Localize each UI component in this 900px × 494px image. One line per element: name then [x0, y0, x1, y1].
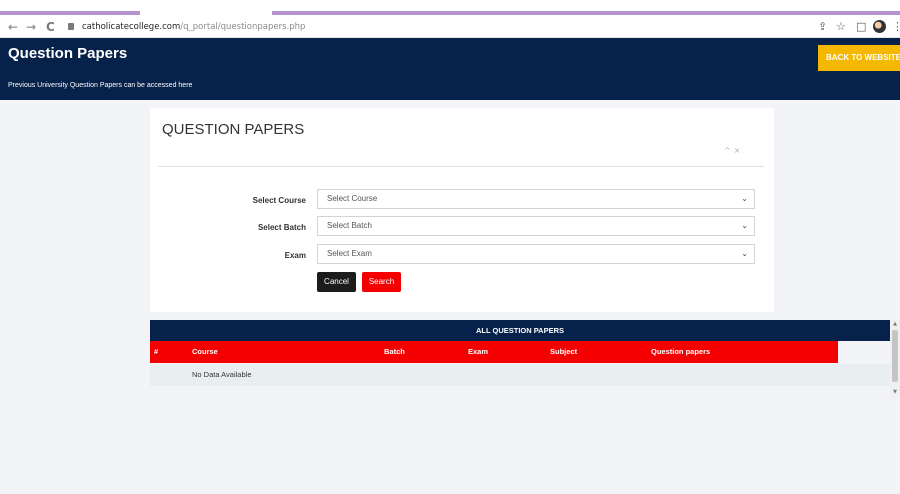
tab-strip-line: [0, 11, 140, 15]
browser-menu-icon[interactable]: ⋮: [892, 19, 900, 35]
card-controls: ^×: [724, 146, 743, 155]
column-header-subject: Subject: [550, 347, 578, 356]
course-select-value: Select Course: [327, 194, 378, 203]
column-header-course: Course: [192, 347, 218, 356]
chevron-down-icon: ⌄: [741, 249, 748, 258]
back-to-website-button[interactable]: BACK TO WEBSITE: [818, 45, 900, 71]
question-papers-card: QUESTION PAPERS ^× Select Course Select …: [150, 108, 774, 312]
lock-icon: [68, 23, 74, 30]
course-select[interactable]: Select Course ⌄: [317, 189, 755, 209]
url-host: catholicatecollege.com: [82, 22, 181, 32]
empty-table-message: No Data Available: [192, 370, 252, 379]
tab-strip-line: [272, 11, 900, 15]
reload-icon[interactable]: C: [46, 19, 55, 35]
bookmark-star-icon[interactable]: ☆: [836, 19, 846, 35]
profile-avatar[interactable]: [873, 20, 886, 33]
scroll-down-icon[interactable]: ▼: [890, 389, 900, 395]
column-header-exam: Exam: [468, 347, 489, 356]
card-title: QUESTION PAPERS: [162, 121, 305, 138]
close-icon[interactable]: ×: [734, 146, 744, 155]
chevron-down-icon: ⌄: [741, 194, 748, 203]
back-arrow-icon[interactable]: ←: [8, 19, 18, 35]
page-body: QUESTION PAPERS ^× Select Course Select …: [0, 100, 900, 494]
site-header: Question Papers Previous University Ques…: [0, 38, 900, 100]
active-tab[interactable]: [140, 6, 272, 16]
browser-toolbar: ← → C catholicatecollege.com/q_portal/qu…: [0, 16, 900, 38]
page-title: Question Papers: [8, 45, 128, 62]
column-header-batch: Batch: [384, 347, 405, 356]
column-header-question-papers: Question papers: [651, 347, 711, 356]
address-bar[interactable]: catholicatecollege.com/q_portal/question…: [68, 19, 788, 35]
column-header-index: #: [154, 347, 159, 356]
batch-select-value: Select Batch: [327, 221, 372, 230]
exam-select-value: Select Exam: [327, 249, 372, 258]
table-scrollbar[interactable]: ▲ ▼: [890, 320, 900, 398]
table-caption: ALL QUESTION PAPERS: [150, 320, 890, 341]
cancel-button[interactable]: Cancel: [317, 272, 356, 292]
exam-select[interactable]: Select Exam ⌄: [317, 244, 755, 264]
url-path: /q_portal/questionpapers.php: [180, 22, 306, 32]
page-subtitle: Previous University Question Papers can …: [8, 82, 193, 89]
share-icon[interactable]: ⇪: [818, 19, 827, 35]
batch-label: Select Batch: [257, 223, 306, 232]
browser-tab-strip: [0, 0, 900, 16]
collapse-icon[interactable]: ^: [724, 146, 734, 155]
table-row: No Data Available: [150, 364, 890, 386]
scroll-up-icon[interactable]: ▲: [890, 321, 900, 327]
scrollbar-thumb[interactable]: [892, 330, 898, 382]
chevron-down-icon: ⌄: [741, 221, 748, 230]
table-header-row: # Course Batch Exam Subject Question pap…: [150, 341, 838, 363]
batch-select[interactable]: Select Batch ⌄: [317, 216, 755, 236]
course-label: Select Course: [252, 196, 306, 205]
side-panel-icon[interactable]: □: [856, 19, 866, 35]
exam-label: Exam: [284, 251, 306, 260]
forward-arrow-icon[interactable]: →: [26, 19, 36, 35]
card-divider: [158, 166, 764, 167]
search-button[interactable]: Search: [362, 272, 401, 292]
